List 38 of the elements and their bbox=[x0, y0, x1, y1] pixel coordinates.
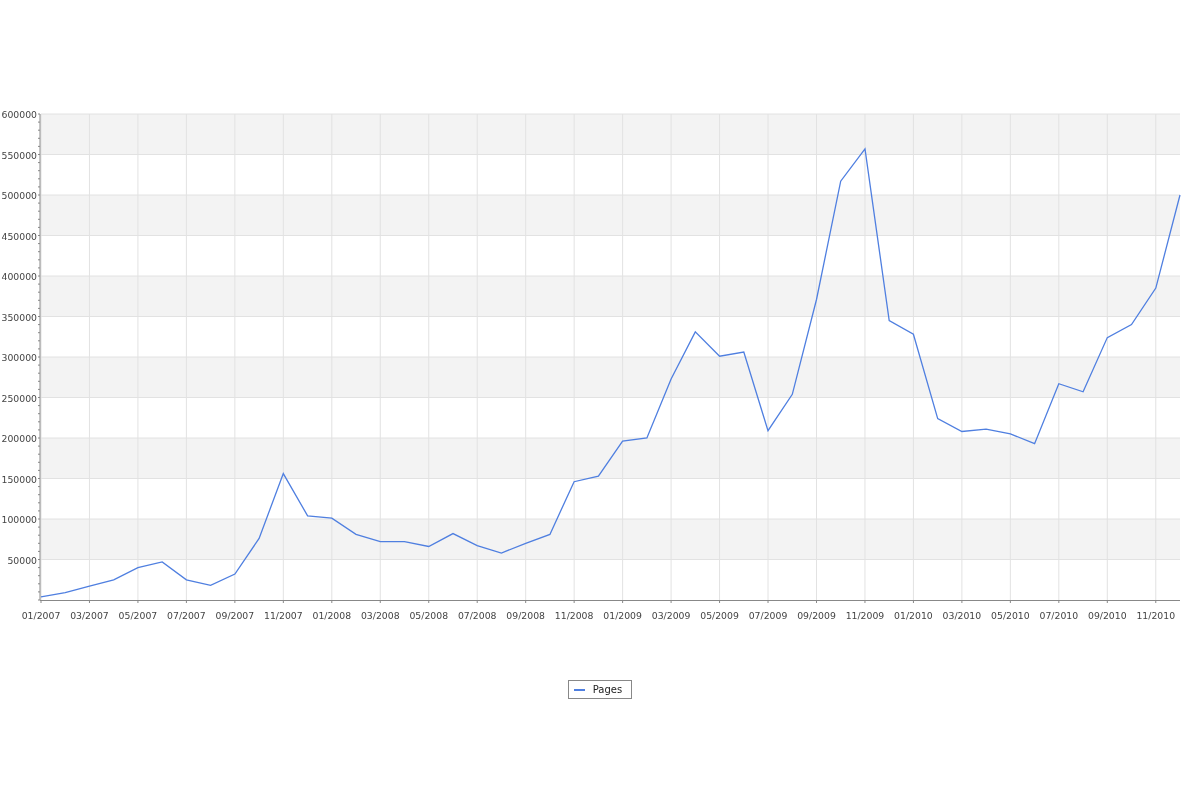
axis-label: 05/2008 bbox=[409, 610, 449, 621]
axis-label: 09/2008 bbox=[506, 610, 545, 621]
axis-label: 300000 bbox=[1, 352, 37, 363]
axis-label: 05/2010 bbox=[991, 610, 1030, 621]
axis-label: 07/2009 bbox=[748, 610, 788, 621]
axis-label: 03/2008 bbox=[360, 610, 400, 621]
axis-label: 07/2010 bbox=[1039, 610, 1079, 621]
axis-label: 11/2010 bbox=[1136, 610, 1176, 621]
axis-label: 05/2009 bbox=[700, 610, 739, 621]
axis-label: 600000 bbox=[1, 109, 37, 120]
axis-label: 150000 bbox=[1, 473, 37, 485]
axis-label: 100000 bbox=[1, 514, 37, 525]
axis-label: 11/2009 bbox=[845, 610, 885, 621]
axis-label: 07/2008 bbox=[457, 610, 497, 621]
axis-label: 09/2007 bbox=[215, 610, 255, 621]
axis-label: 03/2010 bbox=[942, 610, 982, 621]
axis-label: 01/2009 bbox=[603, 610, 642, 621]
axis-label: 01/2010 bbox=[894, 610, 933, 621]
axis-label: 03/2009 bbox=[651, 610, 691, 621]
axis-label: 550000 bbox=[1, 149, 37, 161]
legend-swatch-icon bbox=[573, 688, 585, 691]
axis-label: 50000 bbox=[7, 554, 37, 566]
legend-label: Pages bbox=[592, 684, 623, 695]
axis-label: 03/2007 bbox=[70, 610, 109, 621]
axis-label: 09/2010 bbox=[1088, 610, 1127, 621]
axis-label: 11/2008 bbox=[554, 610, 594, 621]
axis-label: 200000 bbox=[1, 433, 37, 444]
axis-label: 05/2007 bbox=[118, 610, 158, 621]
axis-label: 09/2009 bbox=[797, 610, 836, 621]
axis-label: 500000 bbox=[1, 190, 37, 201]
axis-label: 400000 bbox=[1, 271, 37, 282]
axis-label: 250000 bbox=[1, 392, 37, 404]
axis-label: 07/2007 bbox=[167, 610, 206, 621]
axis-label: 01/2007 bbox=[21, 610, 61, 621]
axis-label: 11/2007 bbox=[264, 610, 303, 621]
axis-label: 450000 bbox=[1, 230, 37, 242]
axis-label: 01/2008 bbox=[312, 610, 352, 621]
axis-label: 350000 bbox=[1, 311, 37, 323]
